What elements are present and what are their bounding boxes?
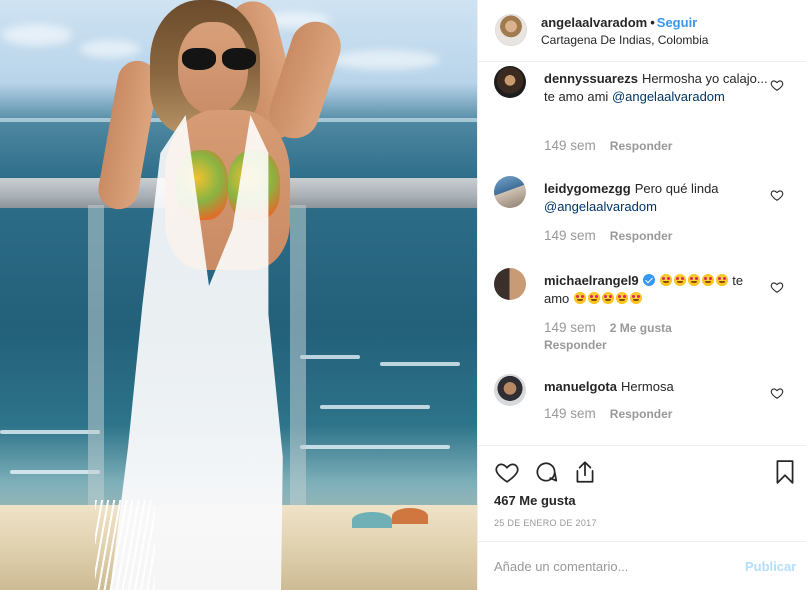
post-side-panel: angelaalvaradom • Seguir Cartagena De Indi… bbox=[477, 0, 806, 590]
comment-time[interactable]: 149 sem bbox=[544, 406, 596, 421]
likes-count[interactable]: 467 Me gusta bbox=[494, 493, 576, 508]
reply-button[interactable]: Responder bbox=[544, 338, 607, 352]
post-header: angelaalvaradom • Seguir Cartagena De Indi… bbox=[478, 0, 806, 62]
comment-likes-count[interactable]: 2 Me gusta bbox=[610, 321, 672, 335]
commenter-avatar-icon[interactable] bbox=[494, 374, 526, 406]
comment-meta: 149 sem Responder bbox=[544, 228, 672, 243]
commenter-username[interactable]: manuelgota bbox=[544, 379, 617, 394]
comment-time[interactable]: 149 sem bbox=[544, 228, 596, 243]
author-username[interactable]: angelaalvaradom bbox=[541, 15, 647, 30]
comment-text: Hermosa bbox=[620, 379, 674, 394]
follow-button[interactable]: Seguir bbox=[657, 15, 697, 30]
comment-body: leidygomezgg Pero qué linda @angelaalvara… bbox=[544, 180, 769, 216]
heart-eyes-emoji-icon bbox=[715, 274, 728, 286]
sunglasses bbox=[182, 48, 258, 72]
reply-button[interactable]: Responder bbox=[610, 229, 673, 243]
reply-button[interactable]: Responder bbox=[610, 139, 673, 153]
bookmark-icon[interactable] bbox=[772, 459, 798, 485]
comment-time[interactable]: 149 sem bbox=[544, 320, 596, 335]
reply-button[interactable]: Responder bbox=[610, 407, 673, 421]
heart-eyes-emoji-icon bbox=[673, 274, 686, 286]
share-upload-icon[interactable] bbox=[572, 459, 598, 485]
user-avatar-icon[interactable] bbox=[495, 14, 527, 46]
sea-wave bbox=[300, 355, 360, 359]
commenter-avatar-icon[interactable] bbox=[494, 268, 526, 300]
sky-cloud bbox=[2, 24, 72, 46]
heart-eyes-emoji-icon bbox=[701, 274, 714, 286]
heart-outline-icon[interactable] bbox=[494, 459, 520, 485]
sea-wave bbox=[0, 430, 100, 434]
comment-meta: Responder bbox=[544, 338, 607, 352]
sea-wave bbox=[320, 405, 430, 409]
comment-bubble-icon[interactable] bbox=[533, 459, 559, 485]
comment-mention-link[interactable]: @angelaalvaradom bbox=[612, 88, 725, 106]
comment-like-heart-icon[interactable] bbox=[770, 280, 784, 294]
comments-list[interactable]: dennyssuarezs Hermosha yo calajo... te am… bbox=[478, 62, 806, 445]
sea-wave bbox=[10, 470, 100, 474]
add-comment-bar: Publicar bbox=[478, 541, 806, 590]
commenter-username[interactable]: leidygomezgg bbox=[544, 181, 631, 196]
comment-mention-link[interactable]: @angelaalvaradom bbox=[544, 198, 657, 216]
beach-umbrella bbox=[352, 512, 392, 528]
verified-badge-icon bbox=[642, 274, 655, 286]
heart-eyes-emoji-icon bbox=[615, 292, 628, 304]
commenter-username[interactable]: dennyssuarezs bbox=[544, 71, 638, 86]
comment-text: Pero qué linda bbox=[634, 181, 719, 196]
coverup-fringe bbox=[95, 500, 155, 590]
sky-cloud bbox=[80, 40, 140, 58]
heart-eyes-emoji-icon bbox=[629, 292, 642, 304]
comment-like-heart-icon[interactable] bbox=[770, 386, 784, 400]
sky-cloud bbox=[330, 50, 440, 70]
comment-meta: 149 sem Responder bbox=[544, 406, 672, 421]
comment-meta: 149 sem 2 Me gusta bbox=[544, 320, 684, 335]
separator-dot: • bbox=[650, 15, 655, 30]
heart-eyes-emoji-icon bbox=[601, 292, 614, 304]
sea-wave bbox=[380, 362, 460, 366]
post-actions: 467 Me gusta 25 DE ENERO DE 2017 bbox=[478, 445, 806, 541]
commenter-username[interactable]: michaelrangel9 bbox=[544, 273, 639, 288]
commenter-avatar-icon[interactable] bbox=[494, 176, 526, 208]
heart-eyes-emoji-icon bbox=[659, 274, 672, 286]
comment-meta: 149 sem Responder bbox=[544, 138, 672, 153]
commenter-avatar-icon[interactable] bbox=[494, 66, 526, 98]
comment-body: dennyssuarezs Hermosha yo calajo... te am… bbox=[544, 70, 769, 106]
heart-eyes-emoji-icon bbox=[573, 292, 586, 304]
post-date[interactable]: 25 DE ENERO DE 2017 bbox=[494, 518, 597, 528]
comment-like-heart-icon[interactable] bbox=[770, 78, 784, 92]
comment-like-heart-icon[interactable] bbox=[770, 188, 784, 202]
sea-wave bbox=[300, 445, 450, 449]
post-author[interactable]: angelaalvaradom • Seguir bbox=[541, 15, 697, 30]
publish-button[interactable]: Publicar bbox=[745, 559, 796, 574]
comment-time[interactable]: 149 sem bbox=[544, 138, 596, 153]
comment-input[interactable] bbox=[494, 556, 724, 576]
post-photo[interactable] bbox=[0, 0, 477, 590]
balcony-post bbox=[290, 205, 306, 515]
post-location-link[interactable]: Cartagena De Indias, Colombia bbox=[541, 33, 708, 47]
beach-umbrella bbox=[392, 508, 428, 524]
comment-body: michaelrangel9 te amo bbox=[544, 272, 769, 308]
heart-eyes-emoji-icon bbox=[587, 292, 600, 304]
balcony-post bbox=[88, 205, 104, 515]
comment-body: manuelgota Hermosa bbox=[544, 378, 769, 396]
heart-eyes-emoji-icon bbox=[687, 274, 700, 286]
